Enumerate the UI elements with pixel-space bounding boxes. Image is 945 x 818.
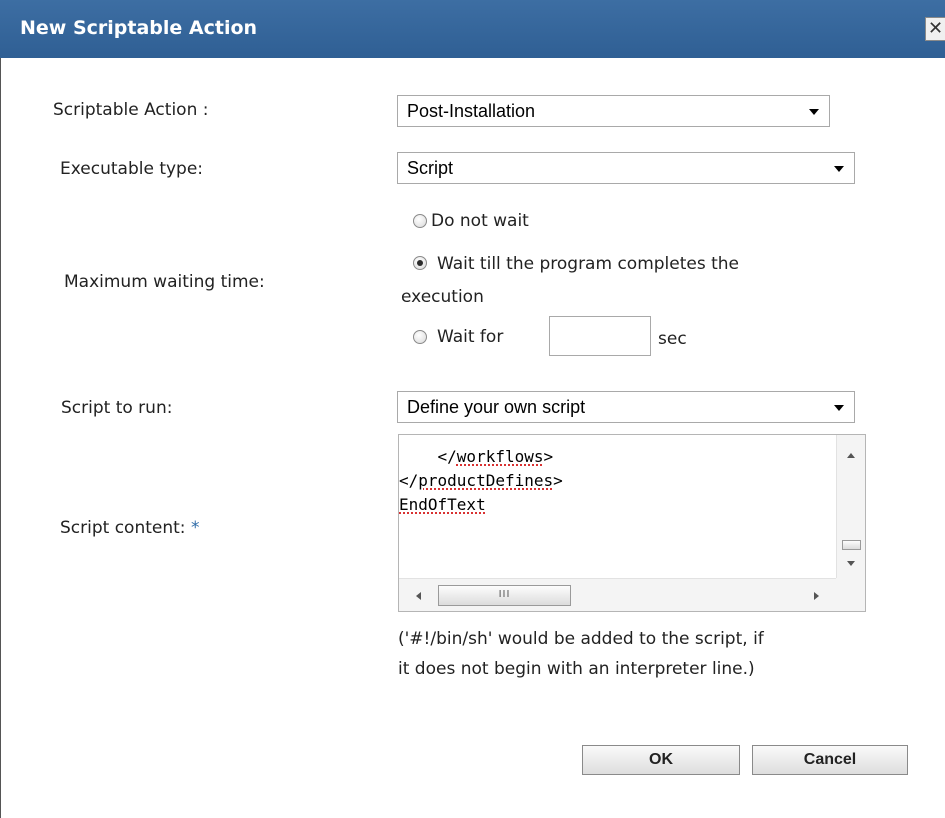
radio-do-not-wait[interactable] [413,214,427,228]
interpreter-note-line: ('#!/bin/sh' would be added to the scrip… [398,629,764,649]
interpreter-note-line: it does not begin with an interpreter li… [398,659,755,679]
scriptable-action-label: Scriptable Action : [53,100,209,120]
max-waiting-time-label: Maximum waiting time: [64,272,265,292]
seconds-unit-label: sec [658,329,687,349]
executable-type-value: Script [407,158,454,178]
radio-wait-till-completes[interactable] [413,256,427,270]
wait-seconds-input[interactable] [549,316,651,356]
code-token: </ [437,447,457,466]
scriptable-action-select[interactable]: Post-Installation [397,95,830,127]
code-token: > [553,471,563,490]
cancel-button[interactable]: Cancel [752,745,908,775]
scriptable-action-value: Post-Installation [407,101,536,121]
close-icon[interactable]: ✕ [925,17,945,41]
radio-wait-for-label: Wait for [437,327,504,347]
vertical-scrollbar[interactable] [836,435,865,578]
dialog-titlebar: New Scriptable Action ✕ [0,0,945,58]
code-line: </workflows> [399,445,563,469]
code-line: </productDefines> [399,469,563,493]
radio-do-not-wait-label: Do not wait [431,211,529,231]
radio-wait-for[interactable] [413,330,427,344]
script-content-textarea[interactable]: </workflows> </productDefines> EndOfText… [398,434,866,612]
arrow-right-icon[interactable] [814,592,819,600]
required-asterisk: * [190,518,200,538]
script-content-label: Script content: * [60,518,199,538]
executable-type-select[interactable]: Script [397,152,855,184]
chevron-down-icon [809,109,819,115]
dialog-border [0,58,1,818]
code-token: </ [399,471,419,490]
chevron-down-icon [834,166,844,172]
script-content-label-text: Script content: [60,518,191,538]
vertical-scroll-thumb[interactable] [842,540,861,550]
code-line: EndOfText [399,493,563,517]
script-to-run-select[interactable]: Define your own script [397,391,855,423]
chevron-down-icon [834,405,844,411]
script-to-run-label: Script to run: [61,398,173,418]
script-content-text[interactable]: </workflows> </productDefines> EndOfText [399,445,563,517]
code-token: > [543,447,554,466]
script-to-run-value: Define your own script [407,397,586,417]
executable-type-label: Executable type: [60,159,204,179]
code-token-misspelled: workflows [456,447,544,466]
code-token-misspelled: EndOfText [399,495,486,514]
ok-button[interactable]: OK [582,745,740,775]
arrow-left-icon[interactable] [416,592,421,600]
arrow-up-icon[interactable] [847,453,855,458]
dialog-title: New Scriptable Action [20,17,258,39]
radio-wait-till-completes-label: Wait till the program completes the [437,254,740,274]
interpreter-note: ('#!/bin/sh' would be added to the scrip… [398,624,878,684]
arrow-down-icon[interactable] [847,561,855,566]
horizontal-scrollbar[interactable]: III [399,578,865,611]
radio-wait-till-completes-label-cont: execution [401,287,484,307]
horizontal-scroll-thumb[interactable]: III [438,585,571,606]
scrollbar-corner [836,578,865,611]
code-token-misspelled: productDefines [418,471,554,490]
